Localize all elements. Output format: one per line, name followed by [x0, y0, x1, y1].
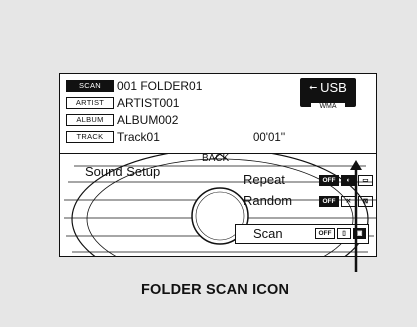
folder-row: SCAN 001 FOLDER01 [66, 78, 202, 93]
scan-tag: SCAN [66, 79, 114, 92]
usb-icon: ⭠ [309, 82, 318, 93]
scan-off-icon[interactable]: OFF [315, 228, 335, 239]
format-label: WMA [311, 103, 345, 111]
repeat-track-icon[interactable]: ◐ [341, 175, 356, 186]
audio-display-screen: SCAN 001 FOLDER01 ARTIST ARTIST001 ALBUM… [59, 73, 377, 257]
album-row: ALBUM ALBUM002 [66, 112, 178, 127]
random-off-icon[interactable]: OFF [319, 196, 339, 207]
artist-row: ARTIST ARTIST001 [66, 95, 179, 110]
track-name: Track01 [117, 129, 160, 144]
random-folder-icon[interactable]: ✕ [341, 196, 356, 207]
random-label[interactable]: Random [243, 193, 292, 208]
elapsed-time: 00'01'' [253, 132, 286, 144]
scan-option-row[interactable]: Scan OFF ▯ ▣ [235, 224, 369, 244]
track-row: TRACK Track01 [66, 129, 160, 144]
folder-scan-callout: FOLDER SCAN ICON [141, 282, 290, 298]
folder-name: 001 FOLDER01 [117, 78, 203, 93]
random-all-icon[interactable]: ⊠ [358, 196, 373, 207]
artist-name: ARTIST001 [117, 95, 180, 110]
repeat-folder-icon[interactable]: ▭ [358, 175, 373, 186]
menu-area: Sound Setup Repeat OFF ◐ ▭ Random OFF ✕ … [60, 154, 376, 256]
repeat-label[interactable]: Repeat [243, 172, 285, 187]
repeat-off-icon[interactable]: OFF [319, 175, 339, 186]
track-tag: TRACK [66, 130, 114, 143]
track-info-panel: SCAN 001 FOLDER01 ARTIST ARTIST001 ALBUM… [60, 74, 376, 154]
source-badge: ⭠ USB WMA [300, 78, 356, 111]
scan-track-icon[interactable]: ▯ [337, 228, 351, 239]
folder-scan-icon[interactable]: ▣ [353, 228, 366, 239]
album-tag: ALBUM [66, 113, 114, 126]
scan-label[interactable]: Scan [253, 226, 283, 241]
source-label: USB [320, 80, 347, 95]
back-arrow-icon[interactable] [212, 154, 228, 160]
artist-tag: ARTIST [66, 96, 114, 109]
sound-setup-item[interactable]: Sound Setup [85, 164, 160, 179]
album-name: ALBUM002 [117, 112, 179, 127]
